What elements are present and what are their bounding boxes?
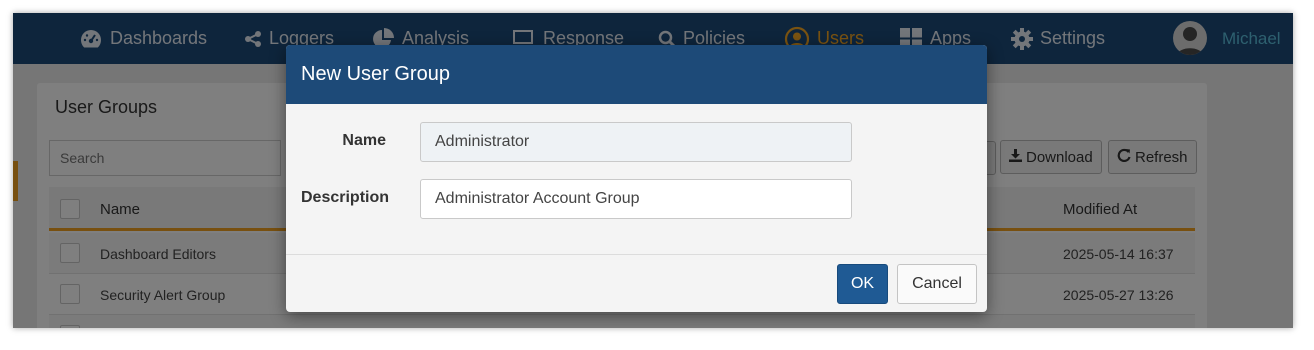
ok-button[interactable]: OK: [837, 264, 888, 304]
name-field[interactable]: [420, 122, 852, 162]
app-window: Dashboards Loggers Analysis Response Pol…: [13, 13, 1293, 328]
dialog-title: New User Group: [286, 45, 987, 104]
cancel-button[interactable]: Cancel: [897, 264, 977, 304]
description-label: Description: [301, 189, 390, 206]
description-field[interactable]: [420, 179, 852, 219]
dialog-divider: [286, 254, 987, 255]
name-label: Name: [342, 132, 386, 149]
new-user-group-dialog: New User Group Name Description OK Cance…: [286, 45, 987, 312]
